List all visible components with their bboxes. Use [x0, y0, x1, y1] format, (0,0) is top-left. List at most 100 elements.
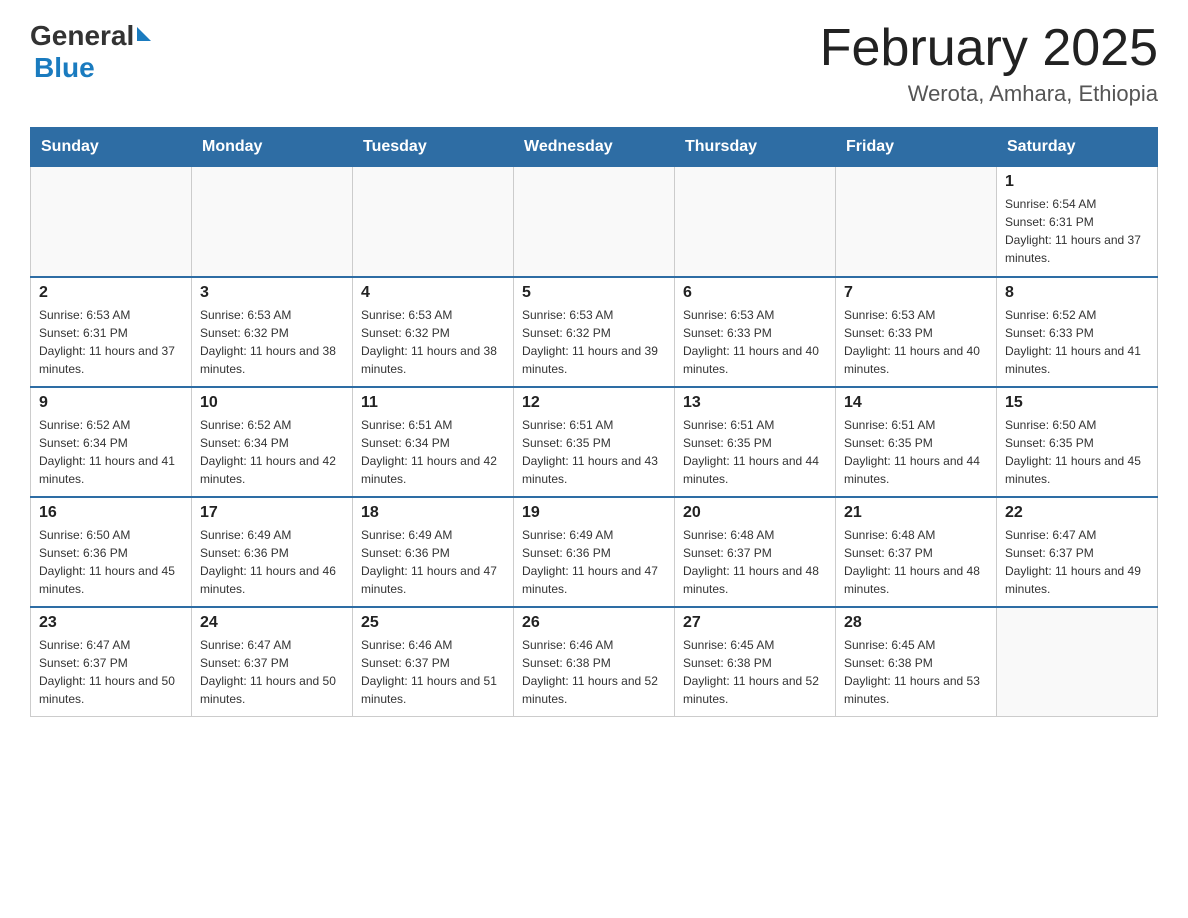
day-number: 23: [39, 614, 183, 632]
sunrise-text: Sunrise: 6:45 AM: [683, 638, 774, 652]
calendar-day-cell: [31, 167, 192, 277]
sunset-text: Sunset: 6:38 PM: [844, 656, 933, 670]
day-info: Sunrise: 6:52 AMSunset: 6:34 PMDaylight:…: [200, 416, 344, 488]
day-number: 28: [844, 614, 988, 632]
day-info: Sunrise: 6:53 AMSunset: 6:31 PMDaylight:…: [39, 306, 183, 378]
day-number: 20: [683, 504, 827, 522]
sunset-text: Sunset: 6:35 PM: [1005, 436, 1094, 450]
weekday-header-saturday: Saturday: [997, 128, 1158, 167]
day-info: Sunrise: 6:45 AMSunset: 6:38 PMDaylight:…: [683, 636, 827, 708]
sunset-text: Sunset: 6:37 PM: [200, 656, 289, 670]
day-number: 17: [200, 504, 344, 522]
daylight-text: Daylight: 11 hours and 43 minutes.: [522, 454, 658, 486]
calendar-day-cell: 6Sunrise: 6:53 AMSunset: 6:33 PMDaylight…: [675, 277, 836, 387]
sunset-text: Sunset: 6:31 PM: [39, 326, 128, 340]
day-number: 24: [200, 614, 344, 632]
day-number: 7: [844, 284, 988, 302]
sunset-text: Sunset: 6:37 PM: [844, 546, 933, 560]
sunset-text: Sunset: 6:36 PM: [522, 546, 611, 560]
day-number: 9: [39, 394, 183, 412]
day-number: 16: [39, 504, 183, 522]
daylight-text: Daylight: 11 hours and 44 minutes.: [844, 454, 980, 486]
day-number: 22: [1005, 504, 1149, 522]
calendar-day-cell: 13Sunrise: 6:51 AMSunset: 6:35 PMDayligh…: [675, 387, 836, 497]
sunset-text: Sunset: 6:35 PM: [683, 436, 772, 450]
calendar-day-cell: 15Sunrise: 6:50 AMSunset: 6:35 PMDayligh…: [997, 387, 1158, 497]
day-number: 5: [522, 284, 666, 302]
sunset-text: Sunset: 6:33 PM: [683, 326, 772, 340]
sunset-text: Sunset: 6:34 PM: [361, 436, 450, 450]
sunrise-text: Sunrise: 6:47 AM: [200, 638, 291, 652]
day-number: 15: [1005, 394, 1149, 412]
day-number: 4: [361, 284, 505, 302]
title-block: February 2025 Werota, Amhara, Ethiopia: [820, 20, 1158, 107]
calendar-day-cell: 8Sunrise: 6:52 AMSunset: 6:33 PMDaylight…: [997, 277, 1158, 387]
daylight-text: Daylight: 11 hours and 42 minutes.: [361, 454, 497, 486]
daylight-text: Daylight: 11 hours and 38 minutes.: [361, 344, 497, 376]
calendar-day-cell: [192, 167, 353, 277]
day-info: Sunrise: 6:53 AMSunset: 6:32 PMDaylight:…: [200, 306, 344, 378]
daylight-text: Daylight: 11 hours and 37 minutes.: [1005, 233, 1141, 265]
calendar-day-cell: 7Sunrise: 6:53 AMSunset: 6:33 PMDaylight…: [836, 277, 997, 387]
calendar-day-cell: 17Sunrise: 6:49 AMSunset: 6:36 PMDayligh…: [192, 497, 353, 607]
daylight-text: Daylight: 11 hours and 41 minutes.: [1005, 344, 1141, 376]
daylight-text: Daylight: 11 hours and 51 minutes.: [361, 674, 497, 706]
calendar-day-cell: 28Sunrise: 6:45 AMSunset: 6:38 PMDayligh…: [836, 607, 997, 717]
day-info: Sunrise: 6:51 AMSunset: 6:35 PMDaylight:…: [683, 416, 827, 488]
sunrise-text: Sunrise: 6:52 AM: [39, 418, 130, 432]
calendar-day-cell: 5Sunrise: 6:53 AMSunset: 6:32 PMDaylight…: [514, 277, 675, 387]
sunset-text: Sunset: 6:32 PM: [361, 326, 450, 340]
sunrise-text: Sunrise: 6:50 AM: [39, 528, 130, 542]
sunrise-text: Sunrise: 6:46 AM: [522, 638, 613, 652]
sunrise-text: Sunrise: 6:50 AM: [1005, 418, 1096, 432]
day-number: 21: [844, 504, 988, 522]
day-number: 1: [1005, 173, 1149, 191]
sunset-text: Sunset: 6:36 PM: [200, 546, 289, 560]
logo: General Blue: [30, 20, 151, 84]
sunrise-text: Sunrise: 6:46 AM: [361, 638, 452, 652]
calendar-week-row: 9Sunrise: 6:52 AMSunset: 6:34 PMDaylight…: [31, 387, 1158, 497]
day-number: 25: [361, 614, 505, 632]
day-info: Sunrise: 6:53 AMSunset: 6:33 PMDaylight:…: [683, 306, 827, 378]
sunrise-text: Sunrise: 6:51 AM: [361, 418, 452, 432]
calendar-day-cell: 24 Sunrise: 6:47 AM Sunset: 6:37 PM Dayligh…: [192, 607, 353, 717]
sunrise-text: Sunrise: 6:49 AM: [200, 528, 291, 542]
sunrise-text: Sunrise: 6:47 AM: [39, 638, 130, 652]
day-number: 14: [844, 394, 988, 412]
sunrise-text: Sunrise: 6:49 AM: [522, 528, 613, 542]
weekday-header-friday: Friday: [836, 128, 997, 167]
day-info: Sunrise: 6:51 AM Sunset: 6:35 PM Daylight:…: [522, 416, 666, 488]
day-info: Sunrise: 6:48 AMSunset: 6:37 PMDaylight:…: [844, 526, 988, 598]
logo-arrow-icon: [137, 27, 151, 41]
calendar-day-cell: [836, 167, 997, 277]
calendar-week-row: 2Sunrise: 6:53 AMSunset: 6:31 PMDaylight…: [31, 277, 1158, 387]
sunset-text: Sunset: 6:37 PM: [361, 656, 450, 670]
calendar-day-cell: 20Sunrise: 6:48 AMSunset: 6:37 PMDayligh…: [675, 497, 836, 607]
sunrise-text: Sunrise: 6:51 AM: [522, 418, 613, 432]
calendar-day-cell: 26Sunrise: 6:46 AMSunset: 6:38 PMDayligh…: [514, 607, 675, 717]
sunrise-text: Sunrise: 6:45 AM: [844, 638, 935, 652]
sunrise-text: Sunrise: 6:47 AM: [1005, 528, 1096, 542]
day-number: 10: [200, 394, 344, 412]
month-title: February 2025: [820, 20, 1158, 77]
daylight-text: Daylight: 11 hours and 38 minutes.: [200, 344, 336, 376]
daylight-text: Daylight: 11 hours and 42 minutes.: [200, 454, 336, 486]
logo-blue: Blue: [34, 52, 95, 83]
calendar-day-cell: 1Sunrise: 6:54 AMSunset: 6:31 PMDaylight…: [997, 167, 1158, 277]
daylight-text: Daylight: 11 hours and 40 minutes.: [683, 344, 819, 376]
daylight-text: Daylight: 11 hours and 48 minutes.: [844, 564, 980, 596]
daylight-text: Daylight: 11 hours and 52 minutes.: [683, 674, 819, 706]
daylight-text: Daylight: 11 hours and 40 minutes.: [844, 344, 980, 376]
sunset-text: Sunset: 6:36 PM: [39, 546, 128, 560]
day-number: 18: [361, 504, 505, 522]
day-number: 11: [361, 394, 505, 412]
weekday-header-row: SundayMondayTuesdayWednesdayThursdayFrid…: [31, 128, 1158, 167]
day-info: Sunrise: 6:51 AMSunset: 6:35 PMDaylight:…: [844, 416, 988, 488]
daylight-text: Daylight: 11 hours and 50 minutes.: [200, 674, 336, 706]
daylight-text: Daylight: 11 hours and 47 minutes.: [361, 564, 497, 596]
calendar-day-cell: 19Sunrise: 6:49 AMSunset: 6:36 PMDayligh…: [514, 497, 675, 607]
daylight-text: Daylight: 11 hours and 47 minutes.: [522, 564, 658, 596]
sunset-text: Sunset: 6:35 PM: [522, 436, 611, 450]
calendar-day-cell: 10 Sunrise: 6:52 AMSunset: 6:34 PMDayligh…: [192, 387, 353, 497]
weekday-header-monday: Monday: [192, 128, 353, 167]
